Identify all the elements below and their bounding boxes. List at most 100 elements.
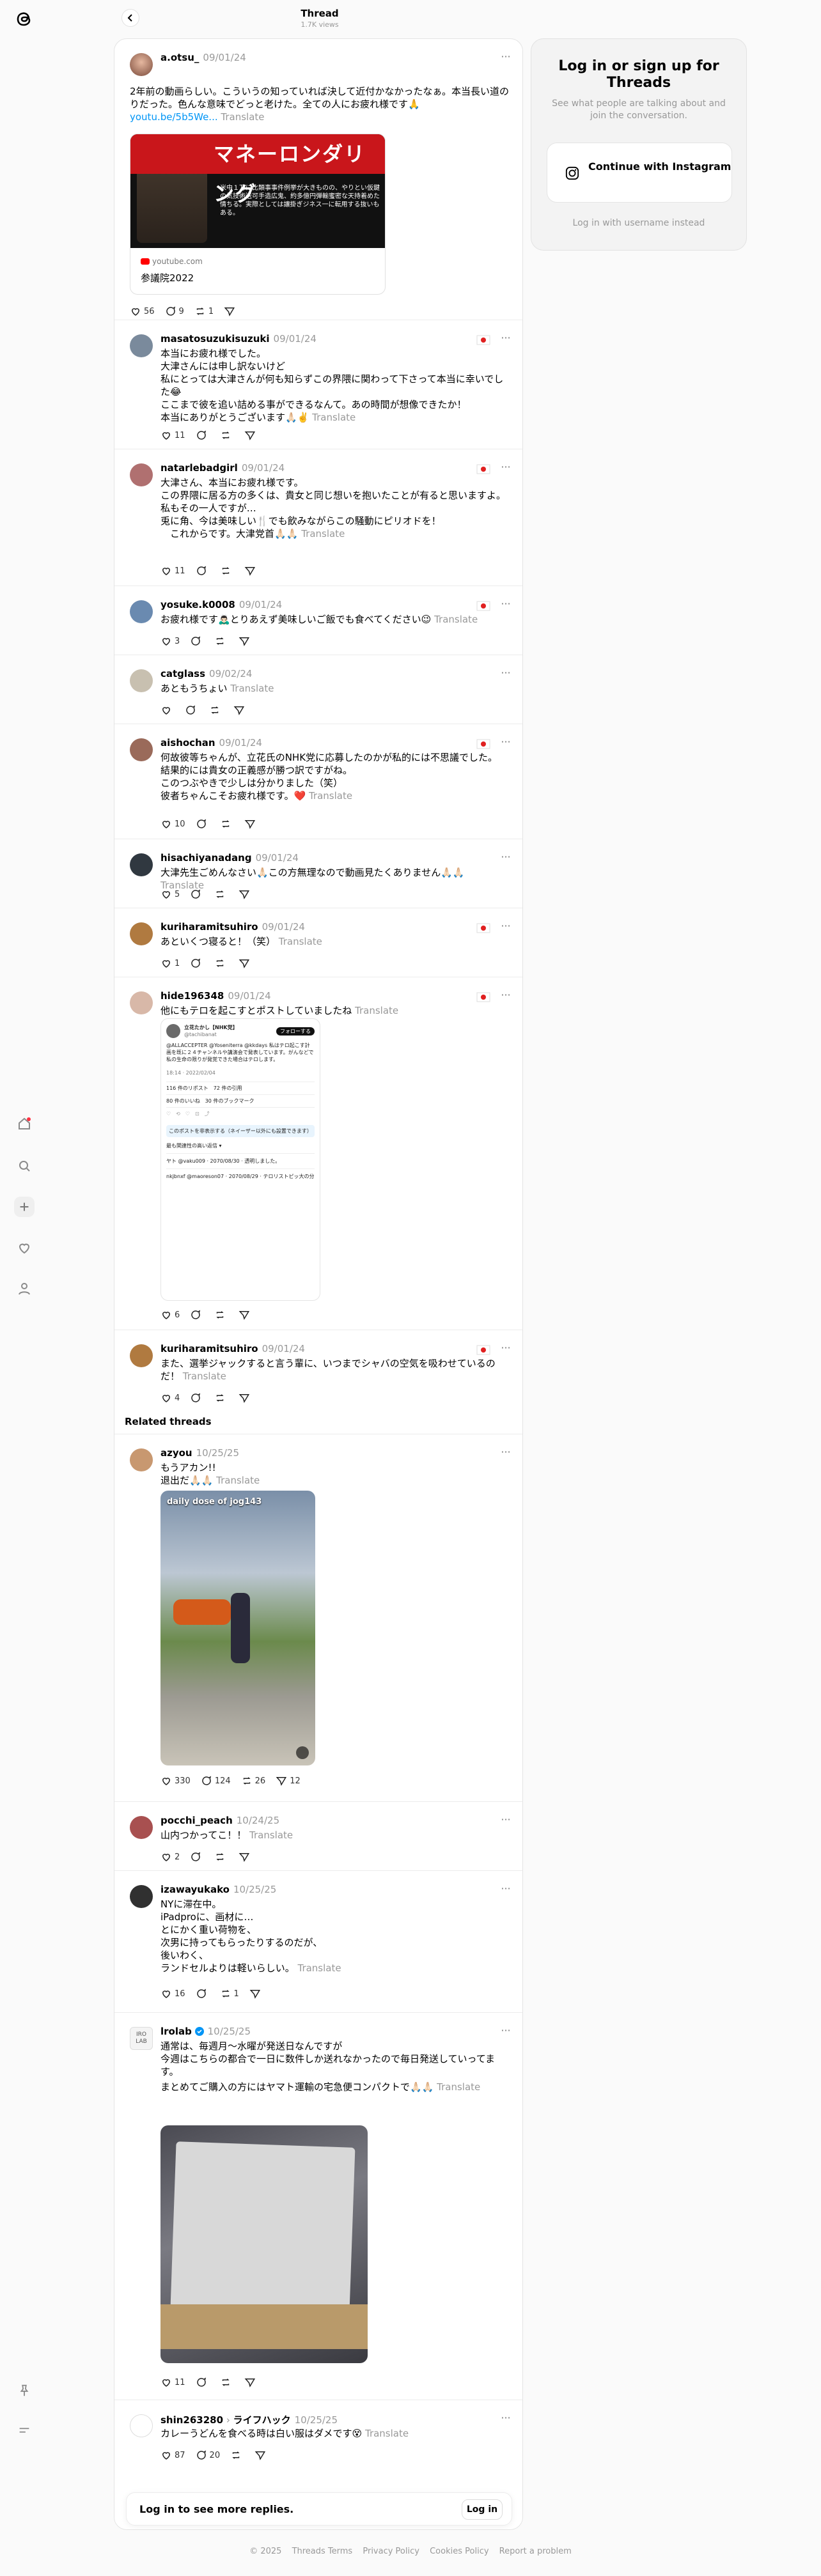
reply-date[interactable]: 09/01/24 — [242, 462, 285, 474]
repost-button[interactable] — [220, 430, 234, 441]
translate-link[interactable]: Translate — [309, 790, 352, 802]
share-button[interactable] — [244, 430, 258, 441]
repost-button[interactable] — [220, 565, 234, 577]
like-button[interactable]: 87 — [160, 2449, 185, 2461]
reply-button[interactable] — [190, 1309, 204, 1321]
more-options-button[interactable]: ··· — [499, 461, 512, 474]
pin-icon[interactable] — [14, 2380, 35, 2401]
repost-button[interactable] — [214, 958, 228, 969]
share-button[interactable] — [244, 818, 258, 830]
like-button[interactable]: 1 — [160, 958, 180, 969]
like-button[interactable]: 11 — [160, 2377, 185, 2388]
reply-button[interactable] — [196, 565, 210, 577]
more-options-button[interactable]: ··· — [499, 920, 512, 933]
translate-link[interactable]: Translate — [312, 412, 356, 423]
reply-button[interactable]: 124 — [201, 1775, 231, 1787]
post-date[interactable]: 09/01/24 — [203, 52, 246, 63]
avatar[interactable] — [130, 53, 153, 76]
reply-button[interactable] — [185, 704, 199, 716]
login-button[interactable]: Log in — [462, 2499, 503, 2520]
translate-link[interactable]: Translate — [365, 2428, 409, 2439]
more-options-button[interactable]: ··· — [499, 2024, 512, 2037]
translate-link[interactable]: Translate — [230, 683, 274, 694]
share-button[interactable] — [244, 565, 258, 577]
search-icon[interactable] — [14, 1156, 35, 1176]
share-button[interactable]: 12 — [276, 1775, 301, 1787]
translate-link[interactable]: Translate — [297, 1962, 341, 1974]
reply-username[interactable]: kurihara​mitsuhiro — [160, 921, 258, 933]
repost-button[interactable] — [230, 2449, 244, 2461]
reply-username[interactable]: natarlebadgirl — [160, 462, 238, 474]
more-options-button[interactable]: ··· — [499, 1882, 512, 1895]
more-options-button[interactable]: ··· — [499, 1446, 512, 1459]
translate-link[interactable]: Translate — [355, 1005, 398, 1016]
related-date[interactable]: 10/25/25 — [208, 2026, 251, 2037]
post-link[interactable]: youtu.be/5b5We... — [130, 111, 218, 123]
share-button[interactable] — [238, 1309, 253, 1321]
reply-button[interactable]: 20 — [196, 2449, 220, 2461]
reply-username[interactable]: hisachiyanadang — [160, 852, 252, 864]
related-date[interactable]: 10/25/25 — [233, 1884, 276, 1895]
more-options-button[interactable]: ··· — [499, 2412, 512, 2425]
reply-username[interactable]: catglass — [160, 668, 205, 679]
avatar[interactable]: IRO LAB — [130, 2027, 153, 2050]
like-button[interactable]: 2 — [160, 1851, 180, 1863]
like-button[interactable]: 4 — [160, 1392, 180, 1404]
share-button[interactable] — [249, 1988, 263, 1999]
community-tag[interactable]: ライフハック — [233, 2414, 291, 2426]
reply-button[interactable] — [190, 958, 204, 969]
repost-button[interactable] — [220, 818, 234, 830]
repost-button[interactable] — [214, 1309, 228, 1321]
reply-date[interactable]: 09/01/24 — [228, 990, 270, 1002]
repost-button[interactable] — [214, 1392, 228, 1404]
more-options-button[interactable]: ··· — [499, 736, 512, 749]
share-button[interactable] — [238, 1392, 253, 1404]
more-options-button[interactable]: ··· — [499, 332, 512, 345]
translate-link[interactable]: Translate — [279, 936, 322, 947]
repost-button[interactable] — [214, 888, 228, 900]
reply-username[interactable]: hide196348 — [160, 990, 224, 1002]
repost-button[interactable]: 26 — [241, 1775, 265, 1787]
more-options-button[interactable]: ··· — [499, 989, 512, 1002]
avatar[interactable] — [130, 600, 153, 623]
share-button[interactable] — [233, 704, 247, 716]
translate-link[interactable]: Translate — [437, 2081, 480, 2093]
translate-link[interactable]: Translate — [216, 1475, 260, 1486]
related-date[interactable]: 10/25/25 — [196, 1447, 239, 1459]
translate-link[interactable]: Translate — [221, 111, 264, 123]
menu-icon[interactable] — [14, 2420, 35, 2440]
product-photo[interactable] — [160, 2125, 368, 2363]
share-button[interactable] — [254, 2449, 269, 2461]
reply-date[interactable]: 09/01/24 — [262, 1343, 305, 1354]
repost-button[interactable]: 1 — [220, 1988, 239, 1999]
related-username[interactable]: pocchi_peach — [160, 1815, 233, 1826]
like-button[interactable] — [160, 704, 175, 716]
avatar[interactable] — [130, 2414, 153, 2437]
more-options-button[interactable]: ··· — [499, 1342, 512, 1354]
share-button[interactable] — [238, 888, 253, 900]
footer-link-privacy[interactable]: Privacy Policy — [363, 2547, 419, 2556]
reply-date[interactable]: 09/01/24 — [239, 599, 282, 610]
reply-button[interactable] — [190, 635, 204, 647]
reply-date[interactable]: 09/02/24 — [209, 668, 252, 679]
like-button[interactable]: 6 — [160, 1309, 180, 1321]
reply-date[interactable]: 09/01/24 — [219, 737, 262, 749]
avatar[interactable] — [130, 922, 153, 945]
avatar[interactable] — [130, 1885, 153, 1908]
repost-button[interactable]: 1 — [194, 306, 214, 317]
translate-link[interactable]: Translate — [434, 614, 478, 625]
like-button[interactable]: 56 — [130, 306, 155, 317]
like-button[interactable]: 330 — [160, 1775, 191, 1787]
profile-icon[interactable] — [14, 1278, 35, 1299]
avatar[interactable] — [130, 1344, 153, 1367]
threads-logo-icon[interactable] — [13, 8, 36, 31]
reply-button[interactable] — [190, 1392, 204, 1404]
reply-button[interactable]: 9 — [165, 306, 184, 317]
related-username[interactable]: izawayukako — [160, 1884, 230, 1895]
reply-username[interactable]: yosuke.k0008 — [160, 599, 235, 610]
avatar[interactable] — [130, 334, 153, 357]
repost-button[interactable] — [220, 2377, 234, 2388]
more-options-button[interactable]: ··· — [499, 1813, 512, 1826]
footer-link-cookies[interactable]: Cookies Policy — [430, 2547, 489, 2556]
reply-username[interactable]: kuriharamitsuhiro — [160, 1343, 258, 1354]
